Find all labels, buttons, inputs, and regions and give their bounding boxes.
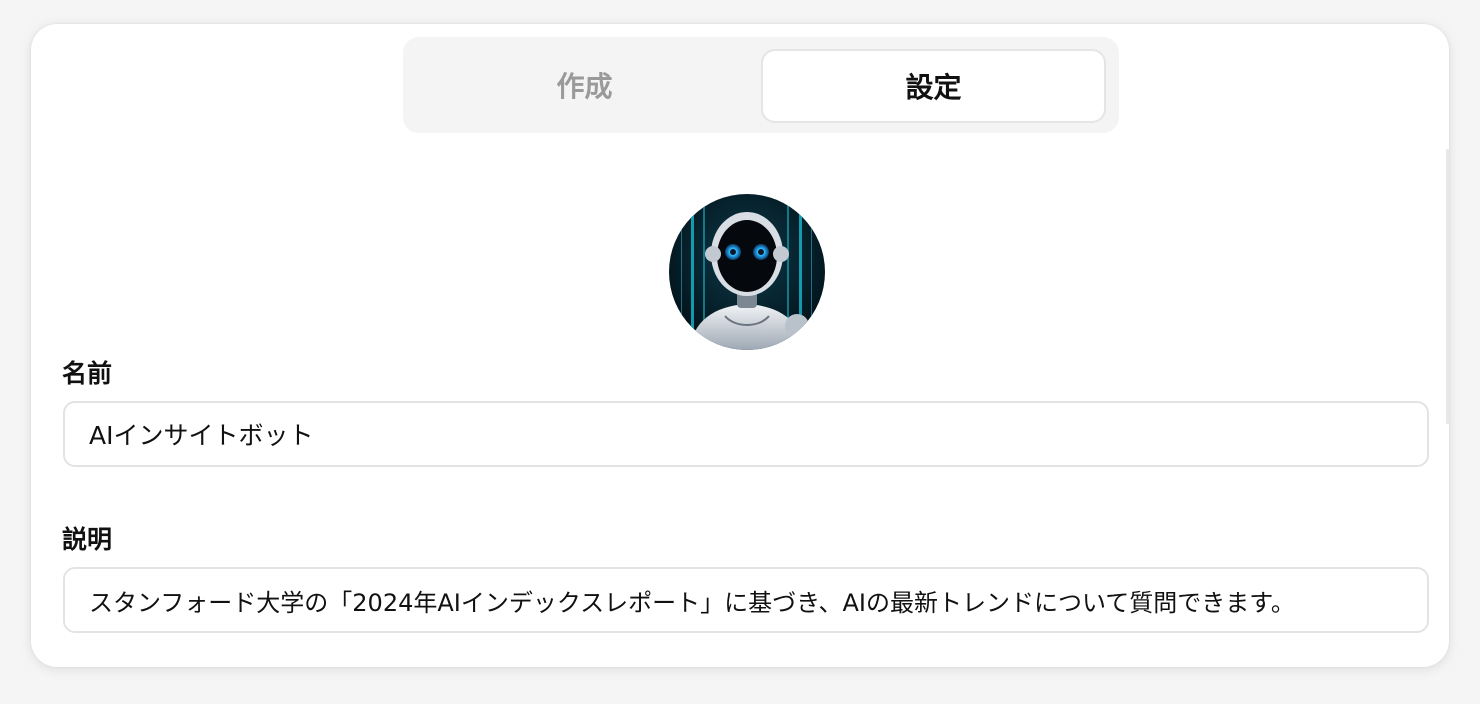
tab-create[interactable]: 作成	[413, 49, 756, 121]
description-field[interactable]: スタンフォード大学の「2024年AIインデックスレポート」に基づき、AIの最新ト…	[63, 567, 1429, 633]
description-label: 説明	[62, 525, 113, 554]
name-field[interactable]: AIインサイトボット	[63, 401, 1429, 467]
scrollbar[interactable]	[1446, 149, 1449, 424]
description-field-value: スタンフォード大学の「2024年AIインデックスレポート」に基づき、AIの最新ト…	[89, 588, 1295, 617]
robot-avatar-icon	[669, 194, 825, 350]
tab-settings[interactable]: 設定	[761, 49, 1106, 123]
name-label: 名前	[62, 359, 113, 388]
name-field-value: AIインサイトボット	[89, 421, 314, 450]
avatar[interactable]	[669, 194, 825, 350]
gpt-editor-panel: 作成 設定 名前 AIインサイトボット 説明 スタンフォード大学の「2024年A…	[31, 24, 1449, 667]
tab-bar: 作成 設定	[403, 37, 1119, 133]
